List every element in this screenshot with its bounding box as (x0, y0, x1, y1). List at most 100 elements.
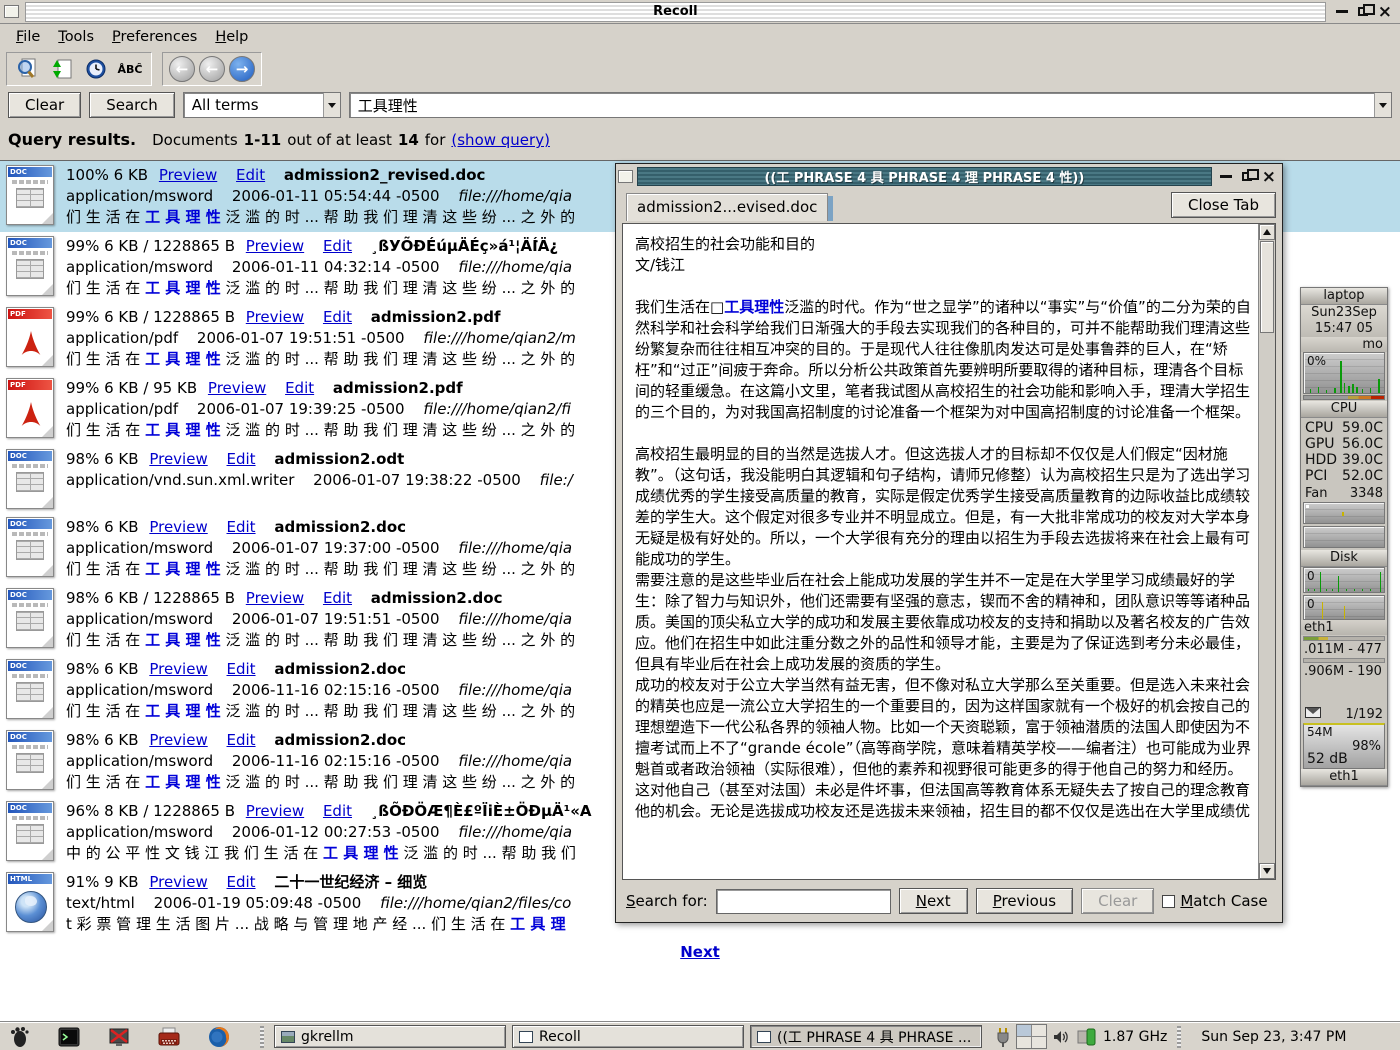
doc-icon: DOC (6, 517, 54, 577)
result-meta: 99% 6 KB / 95 KB (66, 379, 197, 397)
scroll-down-icon[interactable] (1259, 863, 1275, 879)
checkbox-icon[interactable] (1162, 895, 1175, 908)
edit-link[interactable]: Edit (323, 802, 352, 820)
maximize-icon[interactable] (1358, 7, 1368, 16)
drag-handle[interactable] (1177, 1026, 1181, 1048)
term-explorer-icon[interactable]: ÅBĈ (115, 55, 145, 83)
preview-link[interactable]: Preview (208, 379, 266, 397)
find-next-button[interactable]: Next (899, 888, 968, 914)
lock-display-icon[interactable] (106, 1025, 132, 1049)
preview-link[interactable]: Preview (149, 660, 207, 678)
edit-link[interactable]: Edit (323, 237, 352, 255)
scroll-thumb[interactable] (1260, 241, 1274, 333)
search-mode-select[interactable]: All terms (183, 92, 341, 118)
edit-link[interactable]: Edit (227, 518, 256, 536)
minimize-icon[interactable] (1220, 175, 1232, 178)
chevron-down-icon[interactable] (1374, 93, 1391, 117)
preview-link[interactable]: Preview (159, 166, 217, 184)
plug-icon[interactable] (996, 1027, 1010, 1047)
result-title: admission2.pdf (333, 379, 463, 397)
preview-titlebar[interactable]: ((工 PHRASE 4 具 PHRASE 4 理 PHRASE 4 性)) × (618, 166, 1280, 187)
edit-link[interactable]: Edit (323, 308, 352, 326)
preview-text[interactable]: 高校招生的社会功能和目的文/钱江我们生活在□工具理性泛滥的时代。作为“世之显学”… (623, 224, 1258, 879)
next-page-link[interactable]: Next (680, 943, 720, 961)
nav-forward-icon[interactable]: → (229, 56, 255, 82)
titlebar[interactable]: Recoll × (0, 0, 1400, 24)
edit-link[interactable]: Edit (236, 166, 265, 184)
eth1-label: eth1 (1301, 620, 1387, 635)
result-url: file:///home/qia (458, 681, 572, 699)
maximize-icon[interactable] (1242, 172, 1252, 181)
firefox-icon[interactable] (206, 1025, 232, 1049)
preview-link[interactable]: Preview (149, 731, 207, 749)
nav-back2-icon[interactable]: ← (199, 56, 225, 82)
preview-link[interactable]: Preview (149, 873, 207, 891)
task-recoll[interactable]: Recoll (512, 1025, 744, 1048)
preview-link[interactable]: Preview (246, 802, 304, 820)
gkrellm-panel[interactable]: laptop Sun23Sep 15:47 05 mo 0% CPU CPU59… (1300, 287, 1388, 787)
sort-icon[interactable] (47, 55, 77, 83)
window-menu-icon[interactable] (4, 5, 19, 18)
gkrellm-clock: Sun23Sep 15:47 05 (1301, 305, 1387, 337)
result-url: file:///home/qian2/files/co (380, 894, 571, 912)
menu-help[interactable]: Help (207, 27, 256, 47)
search-for-label: Search for: (626, 892, 708, 910)
result-meta: 99% 6 KB / 1228865 B (66, 237, 235, 255)
gnome-foot-icon[interactable] (6, 1025, 32, 1049)
typewriter-icon[interactable] (156, 1025, 182, 1049)
find-previous-button[interactable]: Previous (976, 888, 1073, 914)
result-date: 2006-11-16 02:15:16 -0500 (232, 752, 440, 770)
preview-link[interactable]: Preview (149, 450, 207, 468)
pdf-icon: PDF (6, 307, 54, 367)
menu-file[interactable]: File (8, 27, 48, 47)
window-menu-icon[interactable] (618, 170, 633, 183)
terminal-icon[interactable] (56, 1025, 82, 1049)
preview-link[interactable]: Preview (246, 237, 304, 255)
result-url: file:///home/qia (458, 539, 572, 557)
menu-preferences[interactable]: Preferences (104, 27, 205, 47)
taskbar-clock[interactable]: Sun Sep 23, 3:47 PM (1191, 1029, 1356, 1045)
fan-chart-bottom (1303, 526, 1385, 548)
edit-link[interactable]: Edit (227, 660, 256, 678)
preview-tab[interactable]: admission2...evised.doc (626, 193, 828, 221)
close-icon[interactable]: × (1262, 170, 1276, 184)
minimize-icon[interactable] (1336, 10, 1348, 13)
preview-link[interactable]: Preview (149, 518, 207, 536)
show-query-link[interactable]: (show query) (451, 131, 550, 149)
temp-label: CPU (1305, 420, 1333, 436)
edit-link[interactable]: Edit (323, 589, 352, 607)
speaker-icon[interactable] (1053, 1029, 1071, 1045)
preview-scrollbar[interactable] (1258, 224, 1275, 879)
search-button[interactable]: Search (89, 92, 175, 118)
match-case-checkbox[interactable]: Match Case (1162, 892, 1267, 910)
query-input[interactable]: 工具理性 (349, 92, 1392, 118)
edit-link[interactable]: Edit (227, 450, 256, 468)
results-title: Query results. (8, 130, 136, 149)
preview-link[interactable]: Preview (246, 589, 304, 607)
edit-link[interactable]: Edit (227, 873, 256, 891)
chevron-down-icon[interactable] (323, 93, 340, 117)
temp-value: 39.0C (1342, 452, 1383, 468)
drag-handle[interactable] (260, 1026, 264, 1048)
gkrellm-task-icon (281, 1031, 295, 1043)
scroll-up-icon[interactable] (1259, 224, 1275, 240)
edit-link[interactable]: Edit (227, 731, 256, 749)
edit-link[interactable]: Edit (285, 379, 314, 397)
history-icon[interactable] (81, 55, 111, 83)
doc-icon: DOC (6, 449, 54, 509)
preview-doc-icon[interactable] (13, 55, 43, 83)
pager-icon[interactable] (1016, 1024, 1047, 1049)
mail-count: 1/192 (1346, 707, 1383, 723)
close-tab-button[interactable]: Close Tab (1171, 192, 1276, 218)
nav-back-icon[interactable]: ← (169, 56, 195, 82)
close-icon[interactable]: × (1378, 5, 1392, 19)
result-date: 2006-01-07 19:37:00 -0500 (232, 539, 440, 557)
find-input[interactable] (716, 889, 891, 914)
preview-link[interactable]: Preview (246, 308, 304, 326)
task-preview[interactable]: ((工 PHRASE 4 具 PHRASE ... (750, 1025, 982, 1048)
cpufreq-icon[interactable] (1077, 1028, 1097, 1046)
menu-tools[interactable]: Tools (50, 27, 102, 47)
clear-button[interactable]: Clear (8, 92, 81, 118)
result-title: admission2.doc (274, 660, 406, 678)
task-gkrellm[interactable]: gkrellm (274, 1025, 506, 1048)
